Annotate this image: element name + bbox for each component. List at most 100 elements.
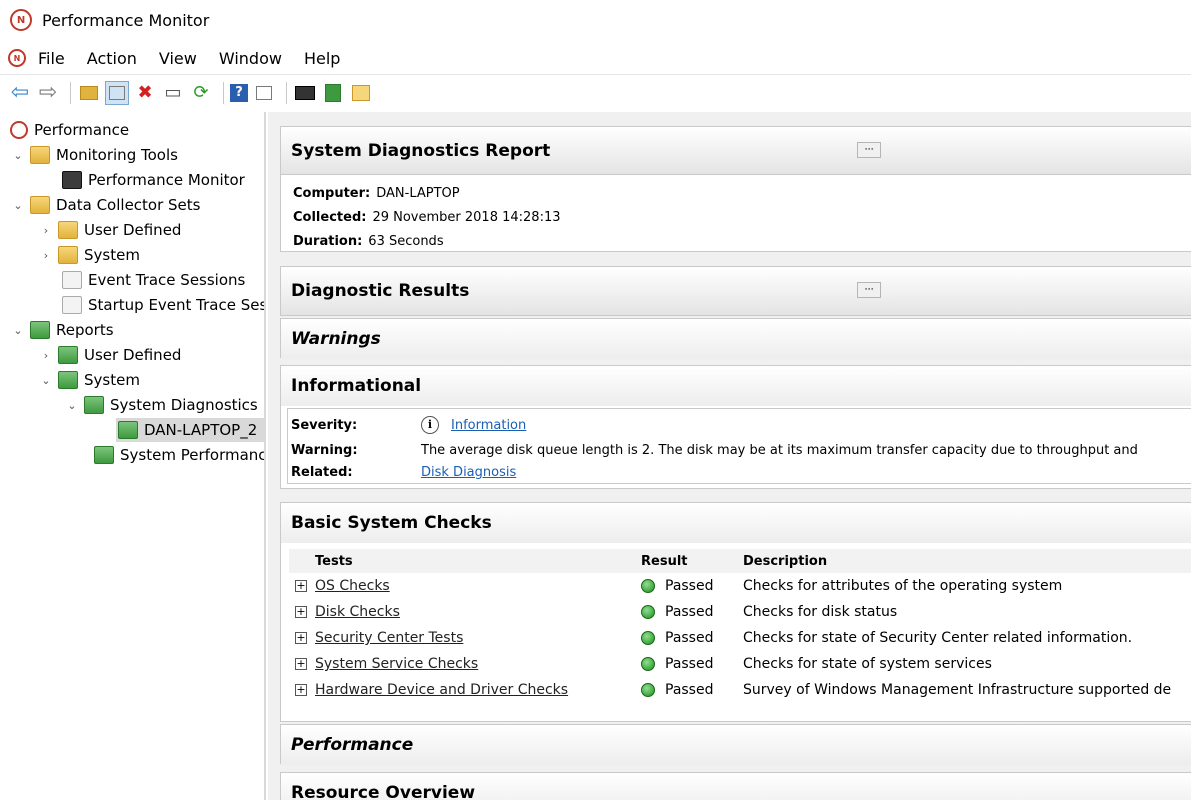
performance-title-bar[interactable]: Performance bbox=[281, 725, 1191, 765]
severity-label: Severity: bbox=[291, 417, 358, 433]
forward-arrow-icon[interactable]: ⇨ bbox=[36, 80, 60, 105]
performance-section: Performance bbox=[280, 724, 1191, 765]
tree-item-dan-laptop-report[interactable]: DAN-LAPTOP_2 bbox=[116, 418, 264, 442]
chevron-down-icon[interactable]: ⌄ bbox=[10, 199, 26, 212]
menu-file[interactable]: File bbox=[38, 49, 65, 68]
monitor-icon bbox=[62, 171, 82, 189]
collected-line: Collected: 29 November 2018 14:28:13 bbox=[281, 205, 1191, 229]
toolbar-separator bbox=[286, 81, 287, 104]
chevron-right-icon[interactable]: › bbox=[38, 224, 54, 237]
test-link[interactable]: Security Center Tests bbox=[315, 630, 463, 646]
warnings-title-bar[interactable]: Warnings bbox=[281, 319, 1191, 359]
diagnostic-results-title-bar[interactable]: Diagnostic Results ⋯ bbox=[281, 267, 1191, 315]
tree-item-performance-monitor[interactable]: Performance Monitor bbox=[58, 168, 245, 192]
duration-label: Duration: bbox=[293, 233, 363, 249]
tree-item-label: Monitoring Tools bbox=[56, 146, 178, 164]
result-value: Passed bbox=[665, 682, 714, 698]
expand-icon[interactable]: + bbox=[295, 606, 307, 618]
tree-item-reports-user-defined[interactable]: › User Defined bbox=[38, 343, 181, 367]
up-folder-icon[interactable] bbox=[77, 81, 101, 105]
chevron-down-icon[interactable]: ⌄ bbox=[10, 324, 26, 337]
severity-row: Severity: i Information bbox=[291, 414, 526, 436]
description-value: Survey of Windows Management Infrastruct… bbox=[743, 682, 1172, 698]
tree-item-monitoring-tools[interactable]: ⌄ Monitoring Tools bbox=[10, 143, 178, 167]
result-value: Passed bbox=[665, 604, 714, 620]
expand-icon[interactable]: + bbox=[295, 684, 307, 696]
help-icon[interactable]: ? bbox=[230, 83, 248, 102]
tree-item-label: User Defined bbox=[84, 221, 182, 239]
resource-overview-title-bar[interactable]: Resource Overview bbox=[281, 773, 1191, 800]
tree-item-performance[interactable]: Performance bbox=[10, 118, 129, 142]
refresh-icon[interactable]: ⟳ bbox=[189, 81, 213, 105]
navigation-tree: Performance ⌄ Monitoring Tools Performan… bbox=[0, 112, 266, 800]
reports-icon bbox=[30, 321, 50, 339]
print-icon[interactable]: ▭ bbox=[161, 81, 185, 105]
back-arrow-icon[interactable]: ⇦ bbox=[8, 80, 32, 105]
tree-item-system-diagnostics[interactable]: ⌄ System Diagnostics bbox=[64, 393, 258, 417]
column-header-description[interactable]: Description bbox=[737, 549, 1191, 573]
open-folder-icon[interactable] bbox=[349, 81, 373, 105]
chevron-down-icon[interactable]: ⌄ bbox=[38, 374, 54, 387]
passed-status-icon bbox=[641, 579, 655, 593]
tree-item-data-collector-sets[interactable]: ⌄ Data Collector Sets bbox=[10, 193, 201, 217]
folder-icon bbox=[30, 196, 50, 214]
expand-icon[interactable]: + bbox=[295, 658, 307, 670]
menu-window[interactable]: Window bbox=[219, 49, 282, 68]
system-menu-icon[interactable]: N bbox=[8, 49, 26, 67]
expand-icon[interactable]: + bbox=[295, 632, 307, 644]
resource-overview-section: Resource Overview bbox=[280, 772, 1191, 800]
collapse-toggle-icon[interactable]: ⋯ bbox=[857, 142, 881, 158]
toolbar-separator bbox=[223, 81, 224, 104]
description-value: Checks for attributes of the operating s… bbox=[743, 578, 1063, 594]
view-report-icon[interactable] bbox=[321, 81, 345, 105]
warning-label: Warning: bbox=[291, 442, 358, 458]
chevron-down-icon[interactable]: ⌄ bbox=[64, 399, 80, 412]
menu-action[interactable]: Action bbox=[87, 49, 137, 68]
column-header-result[interactable]: Result bbox=[635, 549, 737, 573]
basic-checks-title-bar[interactable]: Basic System Checks bbox=[281, 503, 1191, 543]
tree-item-system-performance[interactable]: System Performanc bbox=[90, 443, 266, 467]
description-value: Checks for state of Security Center rela… bbox=[743, 630, 1133, 646]
test-link[interactable]: OS Checks bbox=[315, 578, 390, 594]
informational-title-bar[interactable]: Informational bbox=[281, 366, 1191, 406]
action-pane-icon[interactable] bbox=[252, 81, 276, 105]
result-value: Passed bbox=[665, 630, 714, 646]
warning-text: The average disk queue length is 2. The … bbox=[421, 442, 1138, 458]
tree-item-label: Reports bbox=[56, 321, 114, 339]
view-performance-monitor-icon[interactable] bbox=[293, 81, 317, 105]
test-link[interactable]: Hardware Device and Driver Checks bbox=[315, 682, 568, 698]
tree-item-label: System bbox=[84, 246, 140, 264]
tree-item-reports[interactable]: ⌄ Reports bbox=[10, 318, 114, 342]
disk-diagnosis-link[interactable]: Disk Diagnosis bbox=[421, 465, 516, 480]
test-link[interactable]: System Service Checks bbox=[315, 656, 478, 672]
passed-status-icon bbox=[641, 631, 655, 645]
delete-icon[interactable]: ✖ bbox=[133, 81, 157, 105]
tree-item-event-trace-sessions[interactable]: Event Trace Sessions bbox=[58, 268, 245, 292]
passed-status-icon bbox=[641, 683, 655, 697]
collapse-toggle-icon[interactable]: ⋯ bbox=[857, 282, 881, 298]
performance-title: Performance bbox=[291, 735, 414, 755]
menu-bar: N File Action View Window Help bbox=[0, 44, 1191, 72]
related-label: Related: bbox=[291, 464, 353, 480]
show-hide-tree-icon[interactable] bbox=[105, 80, 129, 105]
tree-item-reports-system[interactable]: ⌄ System bbox=[38, 368, 140, 392]
chevron-right-icon[interactable]: › bbox=[38, 249, 54, 262]
chevron-right-icon[interactable]: › bbox=[38, 349, 54, 362]
severity-value[interactable]: Information bbox=[451, 418, 526, 433]
tree-item-dcs-user-defined[interactable]: › User Defined bbox=[38, 218, 181, 242]
menu-view[interactable]: View bbox=[159, 49, 197, 68]
related-row: Related: Disk Diagnosis bbox=[291, 461, 516, 483]
tree-item-dcs-system[interactable]: › System bbox=[38, 243, 140, 267]
report-pane: System Diagnostics Report ⋯ Computer: DA… bbox=[268, 112, 1191, 800]
chevron-down-icon[interactable]: ⌄ bbox=[10, 149, 26, 162]
tree-item-startup-event-trace[interactable]: Startup Event Trace Ses bbox=[58, 293, 264, 317]
expand-icon[interactable]: + bbox=[295, 580, 307, 592]
test-link[interactable]: Disk Checks bbox=[315, 604, 400, 620]
column-header-tests[interactable]: Tests bbox=[289, 549, 635, 573]
performance-monitor-icon: N bbox=[10, 9, 32, 31]
toolbar-separator bbox=[70, 81, 71, 104]
computer-label: Computer: bbox=[293, 185, 371, 201]
computer-line: Computer: DAN-LAPTOP bbox=[281, 181, 1191, 205]
tree-item-label: System Performanc bbox=[120, 446, 266, 464]
menu-help[interactable]: Help bbox=[304, 49, 340, 68]
